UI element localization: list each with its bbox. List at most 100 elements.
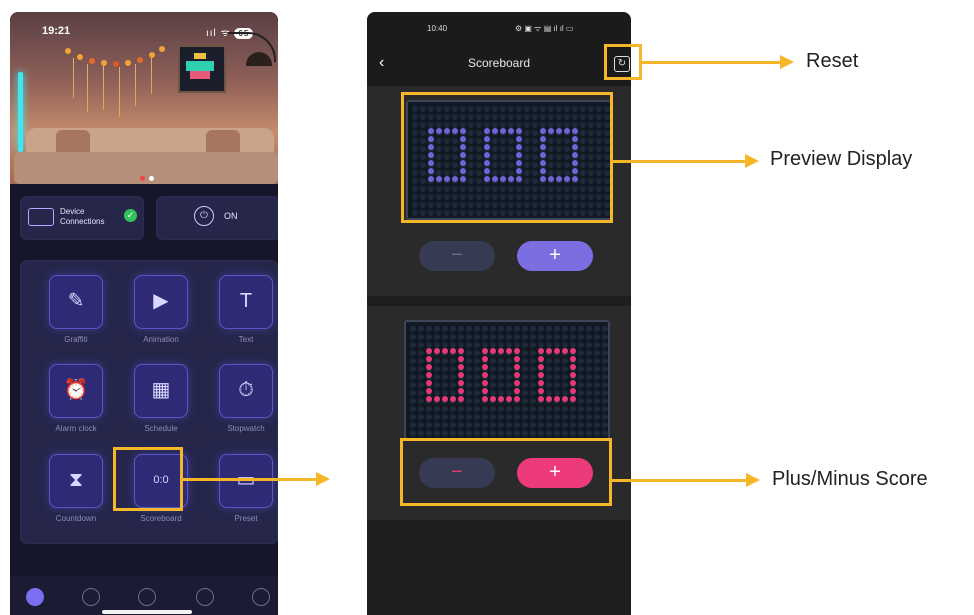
led-background-dot [594,342,600,348]
signal-icon: ııl [206,28,217,39]
tile-label: Animation [143,335,179,344]
led-digit-dot [458,380,464,386]
led-background-dot [506,358,512,364]
device-icon [28,208,54,226]
led-background-dot [562,326,568,332]
led-background-dot [482,414,488,420]
led-background-dot [602,382,608,388]
tile-preset[interactable]: ▭ Preset [216,454,276,526]
tile-text[interactable]: T Text [216,275,276,347]
led-digit-dot [514,372,520,378]
led-background-dot [442,430,448,436]
led-background-dot [594,366,600,372]
led-background-dot [426,334,432,340]
tile-graffiti[interactable]: ✎ Graffiti [46,275,106,347]
led-background-dot [578,422,584,428]
led-background-dot [466,366,472,372]
led-background-dot [442,358,448,364]
reset-arrow-head [780,55,794,69]
nav-effects-icon[interactable] [82,588,100,606]
led-background-dot [418,374,424,380]
led-background-dot [562,358,568,364]
led-background-dot [434,406,440,412]
led-background-dot [586,430,592,436]
led-background-dot [530,342,536,348]
nav-discover-icon[interactable] [26,588,44,606]
led-background-dot [474,382,480,388]
led-background-dot [578,374,584,380]
led-digit-dot [482,348,488,354]
nav-settings-icon[interactable] [252,588,270,606]
minus-button-top[interactable]: − [419,241,495,271]
tile-schedule[interactable]: ▦ Schedule [131,364,191,436]
led-digit-dot [458,372,464,378]
led-background-dot [466,358,472,364]
led-background-dot [450,374,456,380]
led-digit-dot [506,396,512,402]
device-connections-card[interactable]: Device Connections ✓ [20,196,144,240]
nav-music-icon[interactable] [196,588,214,606]
led-background-dot [474,414,480,420]
tile-animation[interactable]: ▶ Animation [131,275,191,347]
led-background-dot [410,422,416,428]
led-background-dot [578,326,584,332]
led-background-dot [594,422,600,428]
preview-annotation: Preview Display [770,148,913,170]
led-background-dot [450,334,456,340]
preview-highlight [401,92,613,223]
led-background-dot [530,406,536,412]
plus-button-top[interactable]: + [517,241,593,271]
led-background-dot [546,414,552,420]
led-background-dot [514,406,520,412]
led-background-dot [506,334,512,340]
led-background-dot [442,422,448,428]
tile-alarm-clock[interactable]: ⏰ Alarm clock [46,364,106,436]
garland-decoration [65,42,165,117]
led-digit-dot [458,348,464,354]
led-background-dot [594,430,600,436]
led-background-dot [418,350,424,356]
led-background-dot [530,334,536,340]
led-background-dot [570,326,576,332]
led-background-dot [602,350,608,356]
led-digit-dot [450,396,456,402]
reset-highlight [604,44,642,80]
carousel-dot[interactable] [149,176,154,181]
led-background-dot [410,406,416,412]
led-background-dot [506,374,512,380]
led-digit-dot [562,396,568,402]
led-background-dot [442,414,448,420]
tile-label: Scoreboard [140,514,182,523]
led-background-dot [586,374,592,380]
page-title: Scoreboard [467,56,531,70]
led-background-dot [578,430,584,436]
plus-minus-arrow-head [746,473,760,487]
tile-countdown[interactable]: ⧗ Countdown [46,454,106,526]
led-digit-dot [538,372,544,378]
led-background-dot [498,358,504,364]
led-digit-dot [570,396,576,402]
led-digit-dot [570,356,576,362]
led-background-dot [586,382,592,388]
graffiti-icon: ✎ [49,275,103,329]
led-background-dot [602,406,608,412]
carousel-dot-active[interactable] [140,176,145,181]
led-digit-dot [554,396,560,402]
power-on-card[interactable]: ⏻ ON [156,196,278,240]
plus-minus-highlight [400,438,612,506]
led-digit-dot [482,356,488,362]
led-background-dot [458,326,464,332]
led-background-dot [522,358,528,364]
neon-light [18,72,23,152]
led-background-dot [418,430,424,436]
led-background-dot [474,366,480,372]
nav-cloud-icon[interactable] [138,588,156,606]
led-background-dot [554,326,560,332]
led-background-dot [570,406,576,412]
led-background-dot [442,366,448,372]
led-background-dot [522,406,528,412]
status-bar: 10:40 ⚙ ▣ ᯤ ▤ ıl ıl ▭ [367,12,631,42]
led-background-dot [498,326,504,332]
led-background-dot [418,414,424,420]
tile-stopwatch[interactable]: ⏱ Stopwatch [216,364,276,436]
